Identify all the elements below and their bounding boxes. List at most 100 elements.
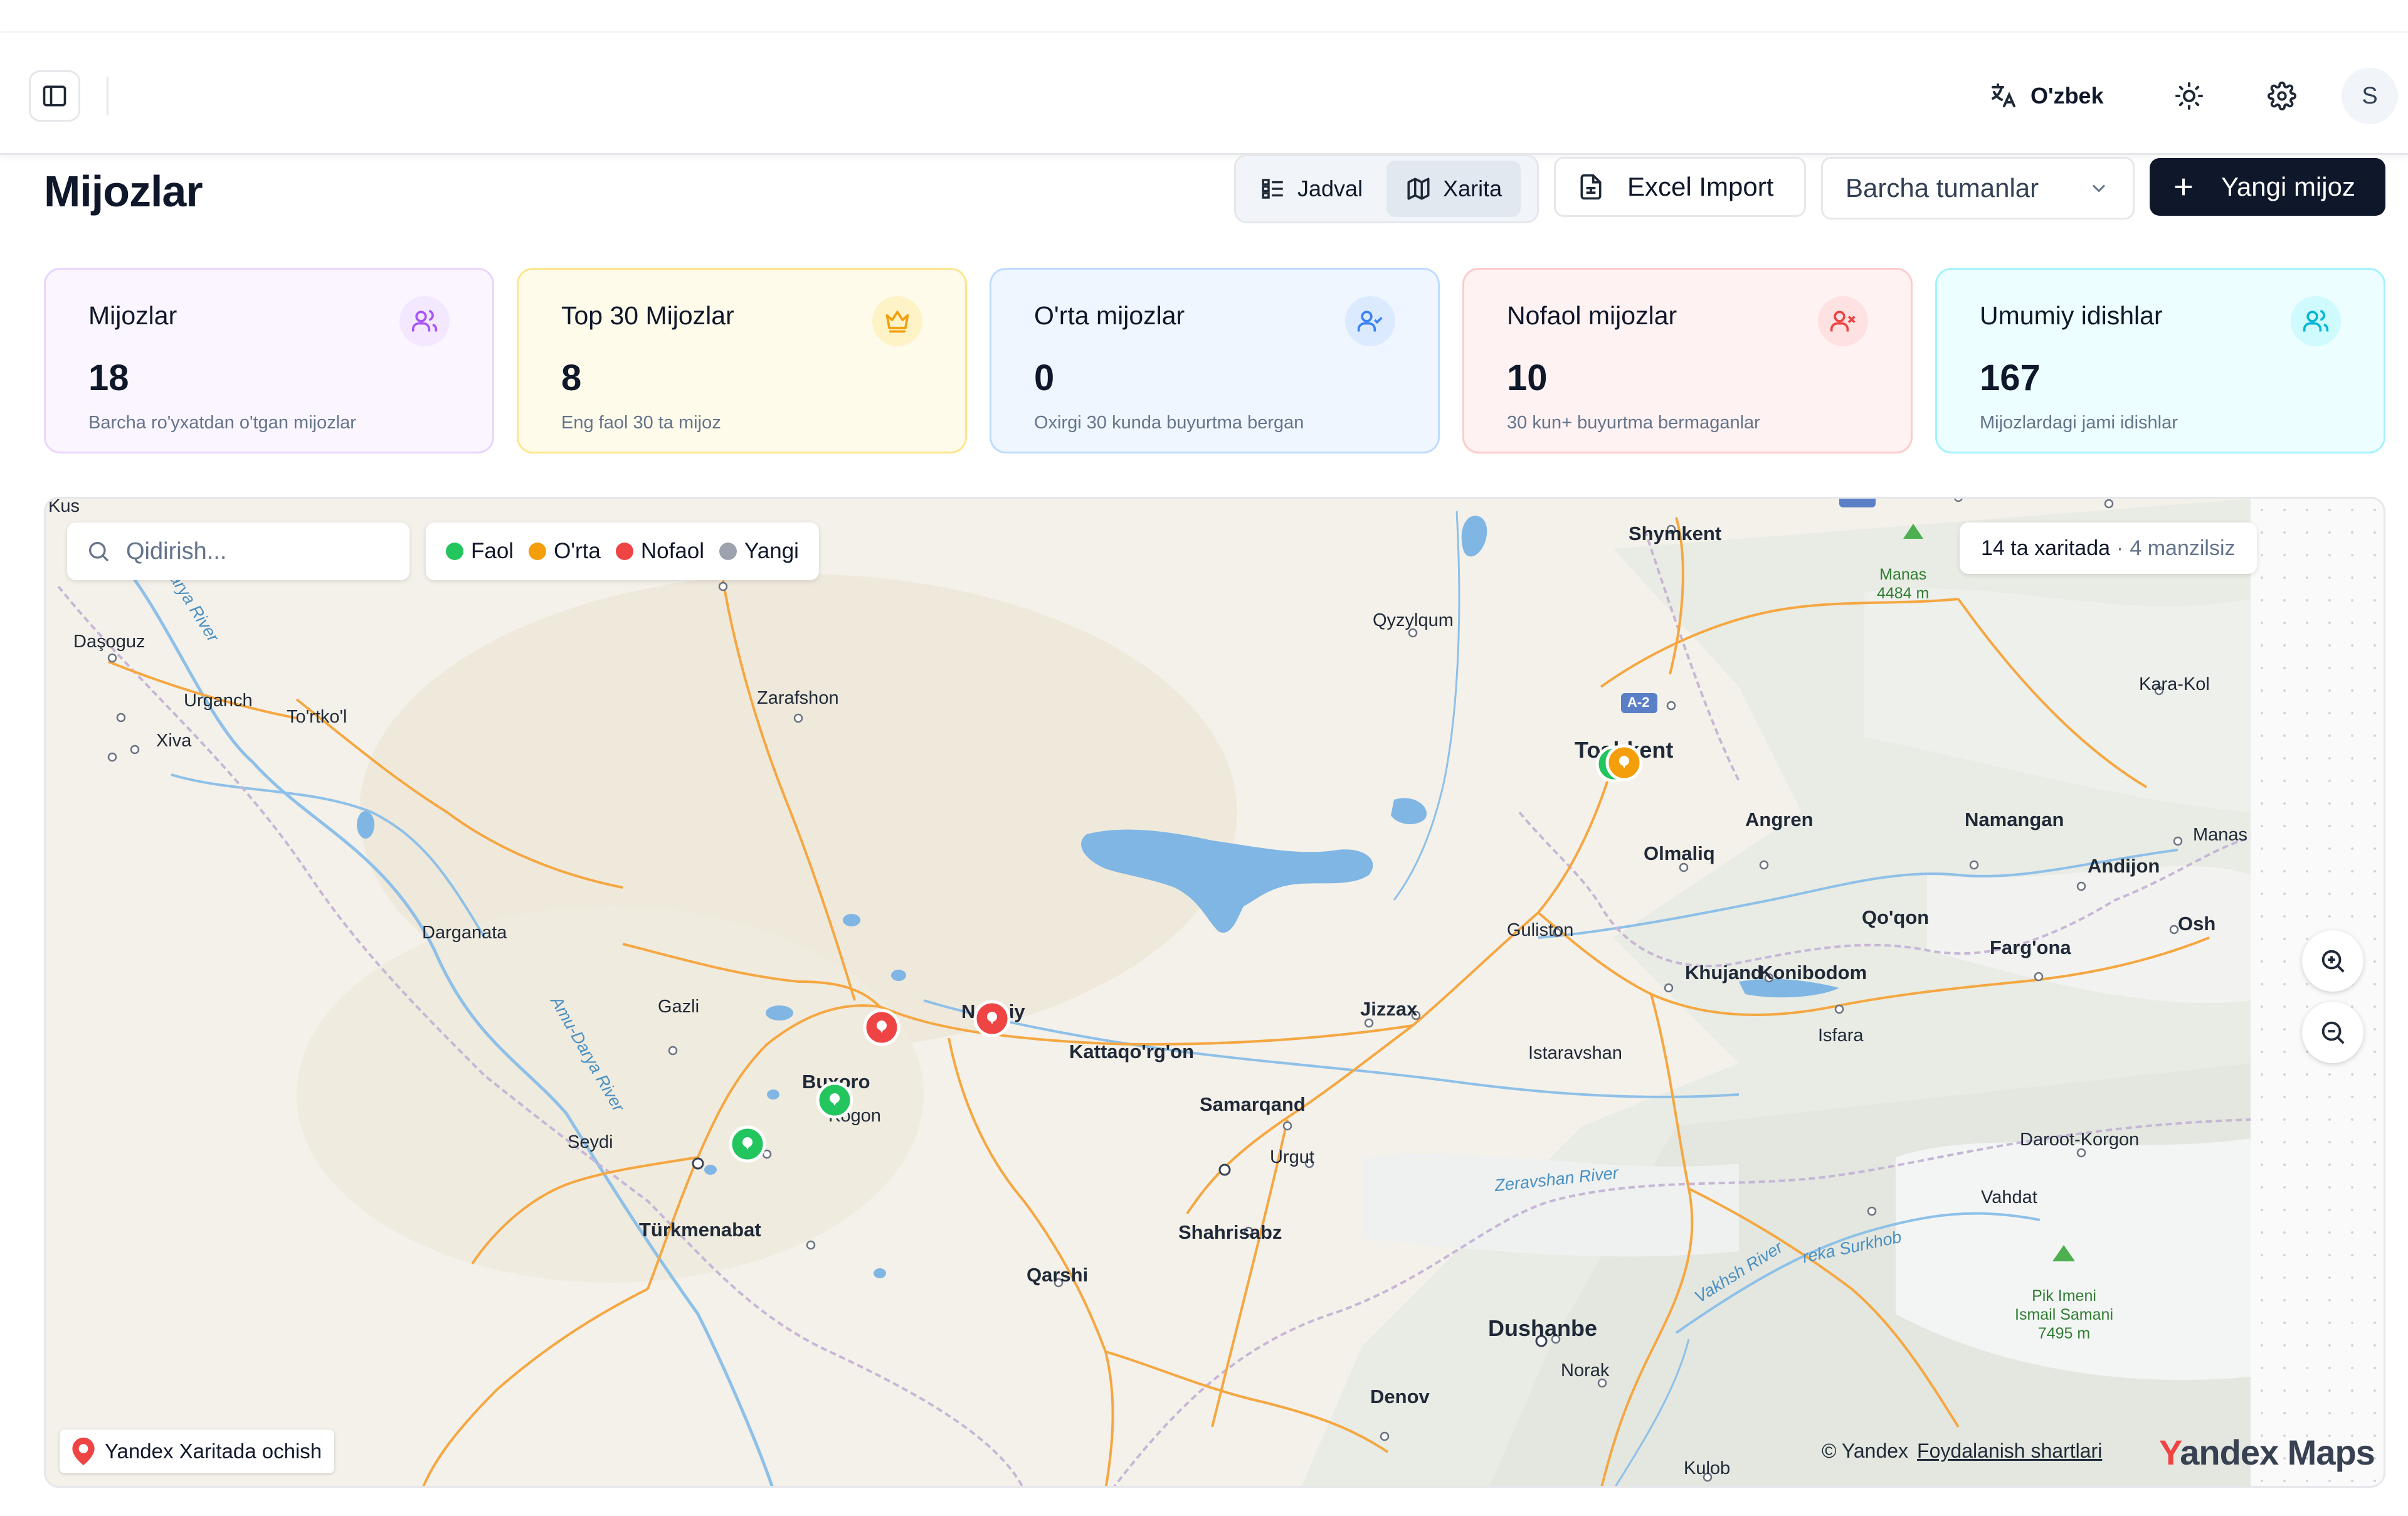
map-label: Urganch (184, 691, 253, 711)
map-label: Andijon (2088, 855, 2160, 877)
map-label: Dushanbe (1488, 1315, 1598, 1341)
client-marker[interactable] (973, 999, 1011, 1038)
panel-left-icon (43, 85, 66, 107)
map-label: Kattaqo'rg'on (1069, 1041, 1195, 1063)
stat-description: Mijozlardagi jami idishlar (1980, 413, 2178, 433)
page-title: Mijozlar (44, 167, 203, 216)
legend-item-yangi[interactable]: Yangi (719, 539, 799, 564)
sidebar-toggle-button[interactable] (29, 70, 80, 122)
map-label: Konibodom (1759, 962, 1867, 983)
map-label: Vahdat (1981, 1187, 2037, 1207)
map-pin-icon (72, 1438, 95, 1465)
open-in-yandex-label: Yandex Xaritada ochish (105, 1439, 322, 1463)
map-label: Pik Imeni Ismail Samani 7495 m (2015, 1286, 2113, 1343)
terms-link[interactable]: Foydalanish shartlari (1917, 1439, 2102, 1463)
gear-icon (2268, 82, 2296, 110)
stat-title: Top 30 Mijozlar (561, 301, 734, 330)
legend-label: Nofaol (640, 539, 705, 563)
stat-value: 18 (88, 358, 129, 398)
map-legend: Faol O'rta Nofaol Yangi (426, 522, 819, 580)
settings-button[interactable] (2256, 70, 2308, 122)
client-marker[interactable] (1605, 743, 1644, 782)
map-label: To'rtko'l (287, 707, 347, 727)
excel-import-label: Excel Import (1627, 172, 1774, 201)
legend-dot (615, 543, 633, 560)
map-label: Manas (2193, 825, 2248, 845)
view-table-button[interactable]: Jadval (1241, 161, 1381, 217)
legend-label: Yangi (744, 539, 799, 563)
users-icon (2291, 296, 2341, 346)
language-switcher[interactable]: O'zbek (1988, 77, 2104, 115)
map-label: Kulob (1684, 1458, 1731, 1478)
users-icon (399, 296, 450, 346)
peak-name: Pik Imeni (2032, 1287, 2096, 1305)
stat-description: Barcha ro'yxatdan o'tgan mijozlar (88, 413, 356, 433)
yandex-maps-logo[interactable]: Yandex Maps (2159, 1432, 2375, 1473)
map-label: Gazli (658, 997, 700, 1017)
stat-title: Mijozlar (88, 301, 177, 330)
count-on-map: 14 ta xaritada (1981, 536, 2111, 560)
excel-import-button[interactable]: Excel Import (1554, 157, 1806, 217)
zoom-out-button[interactable] (2302, 1002, 2363, 1063)
map-label: Qyzylqum (1373, 610, 1454, 630)
stat-card-containers: Umumiy idishlar 167 Mijozlardagi jami id… (1935, 268, 2385, 453)
map-label: Istaravshan (1528, 1043, 1622, 1063)
map-attribution: © Yandex Foydalanish shartlari (1822, 1439, 2102, 1463)
view-table-label: Jadval (1297, 176, 1363, 201)
map-label: Shahrisabz (1178, 1221, 1282, 1243)
legend-item-faol[interactable]: Faol (446, 539, 514, 564)
map-search-placeholder: Qidirish... (126, 538, 227, 565)
map-label: Seydi (568, 1132, 613, 1152)
zoom-in-button[interactable] (2302, 930, 2363, 992)
view-map-button[interactable]: Xarita (1386, 161, 1521, 217)
count-no-address: 4 manzilsiz (2130, 536, 2236, 560)
district-select[interactable]: Barcha tumanlar (1821, 157, 2135, 220)
new-client-button[interactable]: Yangi mijoz (2150, 158, 2385, 216)
peak-name: Ismail Samani (2015, 1306, 2113, 1323)
map-label: Farg'ona (1990, 936, 2071, 958)
legend-label: Faol (471, 539, 514, 563)
stat-title: Umumiy idishlar (1980, 301, 2163, 330)
view-toggle: Jadval Xarita (1234, 154, 1539, 223)
map-label: Kara-Kol (2139, 674, 2210, 694)
header-divider (107, 77, 108, 115)
crown-icon (872, 296, 922, 346)
translate-icon (1992, 83, 2015, 107)
open-in-yandex-link[interactable]: Yandex Xaritada ochish (60, 1429, 335, 1473)
peak-name: Manas (1879, 566, 1927, 583)
language-label: O'zbek (2030, 83, 2104, 109)
chevron-down-icon (2092, 184, 2106, 193)
legend-label: O'rta (554, 539, 601, 563)
map-label: Shymkent (1629, 522, 1722, 544)
stat-description: 30 kun+ buyurtma bermaganlar (1507, 413, 1760, 433)
client-marker[interactable] (862, 1008, 901, 1047)
copyright-text: © Yandex (1822, 1439, 1909, 1462)
client-marker[interactable] (815, 1081, 854, 1120)
stat-title: Nofaol mijozlar (1507, 301, 1677, 330)
map-label: Kus (48, 497, 80, 516)
zoom-out-icon (2321, 1021, 2345, 1044)
client-marker[interactable] (728, 1125, 767, 1164)
view-map-label: Xarita (1443, 176, 1502, 201)
stat-title: O'rta mijozlar (1034, 301, 1185, 330)
map-label: Samarqand (1200, 1093, 1306, 1115)
clients-map[interactable]: Kus Daşoguz Urganch To'rtko'l Xiva Zaraf… (44, 497, 2385, 1488)
stat-value: 167 (1980, 358, 2041, 398)
legend-dot (719, 543, 737, 560)
stat-card-medium: O'rta mijozlar 0 Oxirgi 30 kunda buyurtm… (990, 268, 1440, 453)
file-spreadsheet-icon (1580, 174, 1602, 200)
map-search-input[interactable]: Qidirish... (67, 522, 409, 580)
app-header: O'zbek S (0, 33, 2408, 155)
zoom-in-icon (2321, 950, 2345, 973)
legend-item-nofaol[interactable]: Nofaol (615, 539, 705, 564)
map-tile-placeholder (2251, 499, 2384, 1486)
list-icon (1262, 179, 1283, 199)
legend-item-orta[interactable]: O'rta (529, 539, 601, 564)
map-label: Qo'qon (1862, 906, 1930, 928)
map-label: Namangan (1965, 808, 2064, 830)
peak-height: 4484 m (1877, 585, 1930, 602)
user-avatar[interactable]: S (2342, 68, 2398, 124)
stat-card-inactive: Nofaol mijozlar 10 30 kun+ buyurtma berm… (1462, 268, 1913, 453)
map-label: Qarshi (1027, 1264, 1089, 1286)
theme-toggle-button[interactable] (2163, 70, 2215, 122)
